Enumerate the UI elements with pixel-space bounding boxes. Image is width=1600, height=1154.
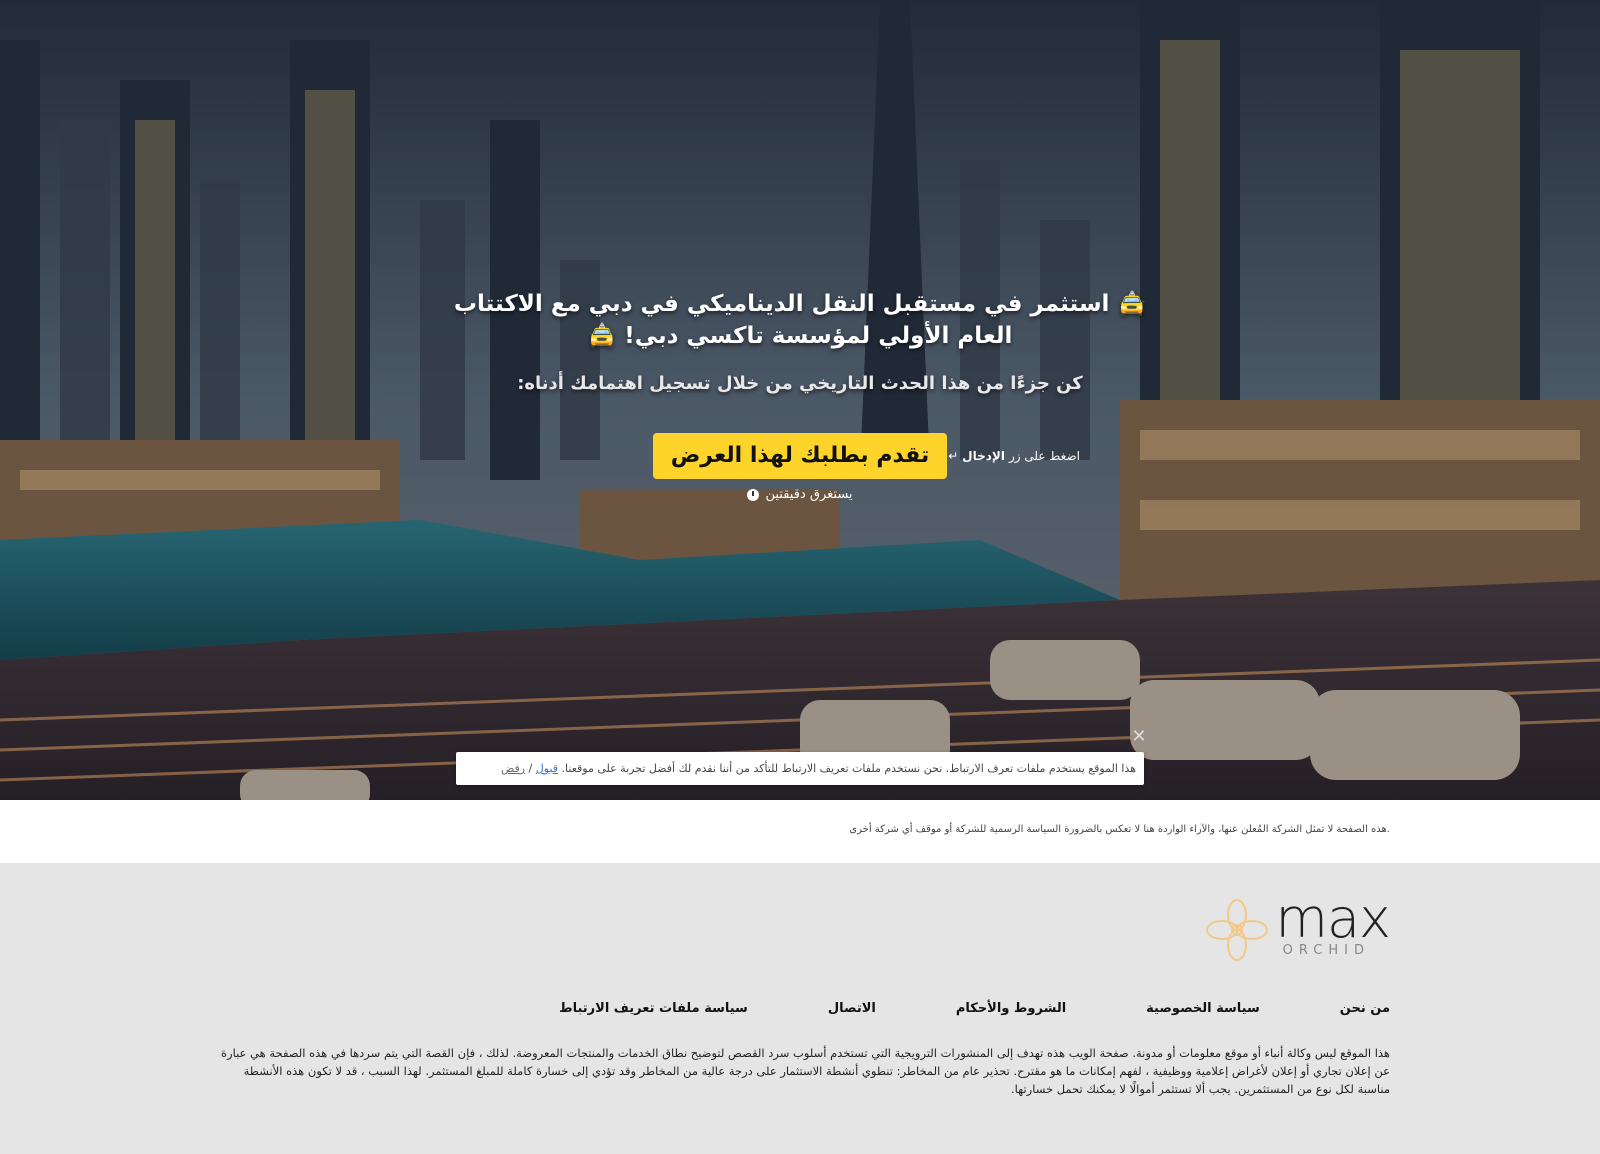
duration-note: يستغرق دقيقتين (700, 486, 900, 504)
duration-text: يستغرق دقيقتين (765, 487, 853, 502)
footer-link-cookies[interactable]: سياسة ملفات تعريف الارتباط (559, 1001, 748, 1016)
apply-offer-button[interactable]: تقدم بطلبك لهذا العرض (653, 433, 947, 479)
footer-link-terms[interactable]: الشروط والأحكام (956, 1001, 1066, 1016)
cookie-text: هذا الموقع يستخدم ملفات تعرف الارتباط. ن… (561, 762, 1136, 775)
hero-section: 🚖 استثمر في مستقبل النقل الديناميكي في د… (0, 0, 1600, 800)
max-orchid-logo[interactable]: max ORCHID (1204, 887, 1391, 961)
footer-link-about[interactable]: من نحن (1340, 1001, 1390, 1016)
hero-content: 🚖 استثمر في مستقبل النقل الديناميكي في د… (0, 0, 1600, 800)
footer-link-contact[interactable]: الاتصال (828, 1001, 876, 1016)
footer-nav: من نحن سياسة الخصوصية الشروط والأحكام ال… (559, 1001, 1390, 1016)
enter-hint-key: الإدخال (962, 449, 1005, 463)
clock-icon (747, 489, 760, 501)
footer-link-privacy[interactable]: سياسة الخصوصية (1146, 1001, 1260, 1016)
logo-wordmark: max (1275, 887, 1391, 950)
enter-key-icon: ↵ (948, 449, 959, 463)
footer-risk-disclaimer: هذا الموقع ليس وكالة أنباء أو موقع معلوم… (220, 1046, 1390, 1096)
logo-subtitle: ORCHID (1282, 943, 1370, 958)
close-icon[interactable]: ✕ (1130, 728, 1148, 746)
disclaimer-strip: .هذه الصفحة لا تمثل الشركة المُعلن عنها،… (0, 800, 1600, 863)
cookie-banner: هذا الموقع يستخدم ملفات تعرف الارتباط. ن… (456, 752, 1144, 785)
cookie-reject-link[interactable]: رفض (501, 762, 525, 775)
hero-subtitle: كن جزءًا من هذا الحدث التاريخي من خلال ت… (517, 373, 1083, 394)
cta-row: تقدم بطلبك لهذا العرض اضغط على زر الإدخا… (640, 433, 1100, 479)
hero-title: 🚖 استثمر في مستقبل النقل الديناميكي في د… (453, 291, 1147, 349)
disclaimer-text: .هذه الصفحة لا تمثل الشركة المُعلن عنها،… (849, 824, 1390, 835)
footer: max ORCHID من نحن سياسة الخصوصية الشروط … (0, 863, 1600, 1154)
cookie-separator: / (528, 762, 533, 775)
orchid-flower-icon (1206, 899, 1268, 961)
enter-key-hint: اضغط على زر الإدخال ↵ (948, 447, 1080, 465)
enter-hint-prefix: اضغط على زر (1008, 449, 1080, 463)
cookie-accept-link[interactable]: قبول (536, 762, 558, 775)
